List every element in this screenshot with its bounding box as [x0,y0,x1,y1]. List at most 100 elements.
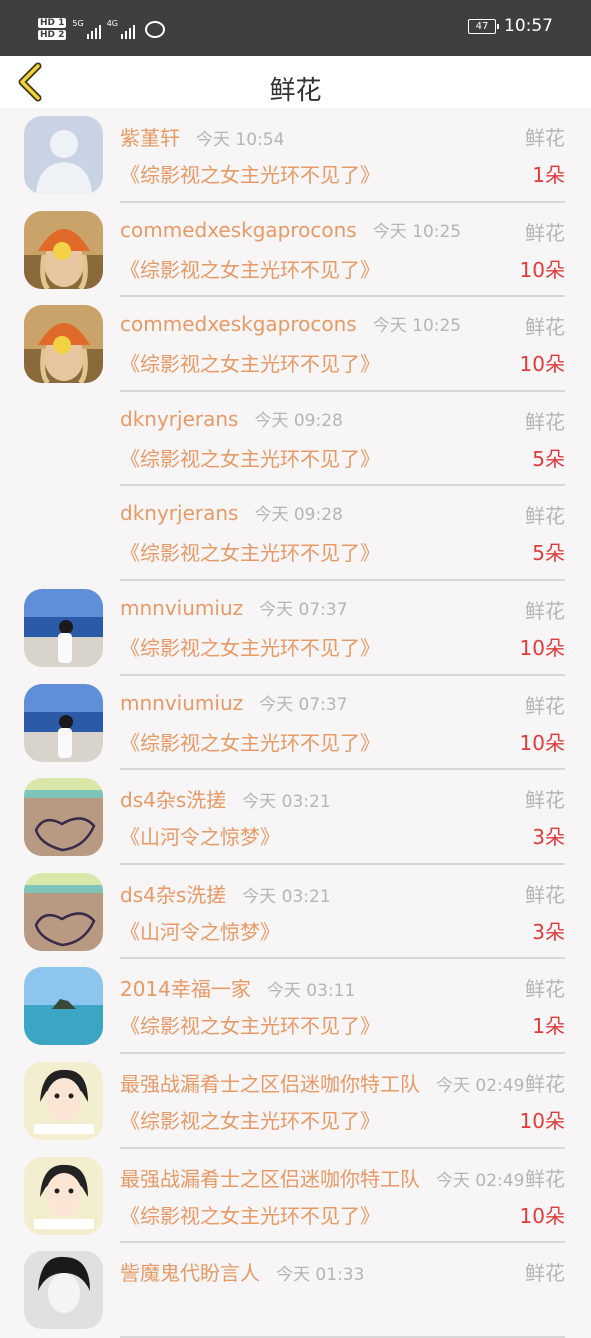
timestamp: 今天 07:37 [259,694,348,715]
list-item[interactable]: commedxeskgaprocons 今天 10:25 鲜花《综影视之女主光环不见… [0,203,591,298]
user-name-text[interactable]: dknyrjerans [120,501,238,525]
list-item[interactable]: 最强战漏肴士之区侣迷咖你特工队 今天 02:49 鲜花 《综影视之女主光环不见了》 10… [0,1149,591,1244]
timestamp: 今天 03:21 [242,886,331,907]
book-title[interactable]: 《综影视之女主光环不见了》 [120,1010,380,1039]
list-item[interactable]: 最强战漏肴士之区侣迷咖你特工队 今天 02:49 鲜花《综影视之女主光环不见了》 10… [0,1054,591,1149]
battery-icon: 47 [468,18,499,34]
flower-count: 10朵 [519,1203,565,1228]
user-name[interactable]: commedxeskgaprocons 今天 10:25 [120,311,461,336]
list-item[interactable]: commedxeskgaprocons 今天 10:25 鲜花《综影视之女主光环不见… [0,297,591,392]
flower-count: 10朵 [519,1108,565,1133]
book-title[interactable]: 《山河令之惊梦》 [120,916,280,945]
user-name-text[interactable]: mnnviumiuz [120,596,243,620]
gift-type: 鲜花 [525,504,565,529]
book-title[interactable]: 《综影视之女主光环不见了》 [120,443,380,472]
user-name-text[interactable]: dknyrjerans [120,407,238,431]
list-item[interactable]: mnnviumiuz 今天 07:37 鲜花《综影视之女主光环不见了》 10朵 [0,581,591,676]
signal-4g-icon: 4G [107,19,135,39]
timestamp: 今天 09:28 [254,410,343,431]
avatar[interactable] [24,1061,103,1140]
divider [120,1335,565,1338]
user-name[interactable]: 訾魔鬼代盼言人 今天 01:33 [120,1257,364,1286]
user-name[interactable]: mnnviumiuz 今天 07:37 [120,595,348,620]
gift-type: 鲜花 [525,126,565,150]
user-name-text[interactable]: ds4杂s洗搓 [120,883,226,907]
flower-count: 10朵 [519,730,565,755]
book-title[interactable]: 《综影视之女主光环不见了》 [120,1200,380,1229]
list-item[interactable]: 2014幸福一家 今天 03:11 鲜花 《综影视之女主光环不见了》 1朵 [0,959,591,1054]
hd2-icon: HD 2 [38,30,67,40]
timestamp: 今天 02:49 [436,1075,525,1096]
user-name[interactable]: dknyrjerans 今天 09:28 [120,406,343,431]
avatar[interactable] [24,210,103,289]
gift-type: 鲜花 [525,598,565,623]
avatar[interactable] [24,967,103,1046]
avatar[interactable] [24,778,103,857]
user-name-text[interactable]: 最强战漏肴士之区侣迷咖你特工队 [120,1072,420,1096]
user-name-text[interactable]: 最强战漏肴士之区侣迷咖你特工队 [120,1167,420,1191]
book-title[interactable]: 《综影视之女主光环不见了》 [120,727,380,756]
timestamp: 今天 07:37 [259,599,348,620]
status-right: 47 10:57 [468,16,553,36]
page-title: 鲜花 [269,76,322,106]
timestamp: 今天 03:11 [266,981,356,1002]
clock: 10:57 [504,16,553,36]
book-title[interactable]: 《综影视之女主光环不见了》 [120,159,380,188]
user-name[interactable]: 最强战漏肴士之区侣迷咖你特工队 今天 02:49 [120,1163,524,1192]
list-item[interactable]: mnnviumiuz 今天 07:37 鲜花《综影视之女主光环不见了》 10朵 [0,676,591,771]
book-title[interactable]: 《综影视之女主光环不见了》 [120,537,380,566]
timestamp: 今天 10:54 [196,130,285,150]
book-title[interactable]: 《山河令之惊梦》 [120,821,280,850]
list-item[interactable]: ds4杂s洗搓 今天 03:21 鲜花 《山河令之惊梦》 3朵 [0,865,591,960]
gift-type: 鲜花 [525,1071,565,1096]
flower-count: 10朵 [519,635,565,660]
user-name-text[interactable]: commedxeskgaprocons [120,218,357,242]
book-title[interactable]: 《综影视之女主光环不见了》 [120,632,380,661]
user-name-text[interactable]: mnnviumiuz [120,691,243,715]
timestamp: 今天 01:33 [276,1265,365,1286]
gift-type: 鲜花 [525,220,565,245]
user-name-text[interactable]: 訾魔鬼代盼言人 [120,1261,260,1285]
flower-count: 5朵 [532,446,565,471]
user-name[interactable]: 最强战漏肴士之区侣迷咖你特工队 今天 02:49 [120,1068,524,1097]
list-item[interactable]: ds4杂s洗搓 今天 03:21 鲜花 《山河令之惊梦》 3朵 [0,770,591,865]
timestamp: 今天 09:28 [254,505,343,526]
user-name-text[interactable]: commedxeskgaprocons [120,312,357,336]
avatar[interactable] [24,683,103,762]
book-title[interactable]: 《综影视之女主光环不见了》 [120,254,380,283]
user-name-text[interactable]: 2014幸福一家 [120,977,251,1001]
flower-count: 3朵 [532,919,565,944]
book-title[interactable]: 《综影视之女主光环不见了》 [120,1105,380,1134]
flower-count: 10朵 [519,352,565,377]
hd1-icon: HD 1 [38,18,67,28]
gift-list[interactable]: 紫堇轩 今天 10:54 鲜花 《综影视之女主光环不见了》 1朵 commedxeskga… [0,108,591,1338]
list-item[interactable]: dknyrjerans 今天 09:28 鲜花《综影视之女主光环不见了》 5朵 [0,486,591,581]
timestamp: 今天 10:25 [372,316,462,337]
gift-type: 鲜花 [525,315,565,340]
user-name[interactable]: mnnviumiuz 今天 07:37 [120,690,348,715]
avatar[interactable] [24,1251,103,1330]
gift-type: 鲜花 [525,693,565,718]
flower-count: 5朵 [532,541,565,566]
user-name-text[interactable]: ds4杂s洗搓 [120,788,226,812]
avatar[interactable] [24,872,103,951]
list-item[interactable]: dknyrjerans 今天 09:28 鲜花 《综影视之女主光环不见了》 5朵 [0,392,591,487]
user-name[interactable]: ds4杂s洗搓 今天 03:21 [120,784,331,813]
book-title[interactable]: 《综影视之女主光环不见了》 [120,348,380,377]
user-name[interactable]: 2014幸福一家 今天 03:11 [120,973,355,1002]
user-name[interactable]: commedxeskgaprocons 今天 10:25 [120,217,461,242]
avatar[interactable] [24,588,103,667]
user-name-text[interactable]: 紫堇轩 [120,126,180,150]
list-item[interactable]: 訾魔鬼代盼言人 今天 01:33 鲜花 [0,1243,591,1338]
user-name[interactable]: 紫堇轩 今天 10:54 [120,122,284,151]
user-name[interactable]: dknyrjerans 今天 09:28 [120,500,343,525]
flower-count: 3朵 [532,825,565,850]
wechat-icon [145,20,165,38]
nav-bar: 鲜花 [0,56,591,108]
avatar[interactable] [24,116,103,194]
timestamp: 今天 02:49 [436,1170,525,1191]
user-name[interactable]: ds4杂s洗搓 今天 03:21 [120,879,331,908]
avatar[interactable] [24,305,103,384]
avatar[interactable] [24,1156,103,1235]
list-item[interactable]: 紫堇轩 今天 10:54 鲜花 《综影视之女主光环不见了》 1朵 [0,108,591,203]
